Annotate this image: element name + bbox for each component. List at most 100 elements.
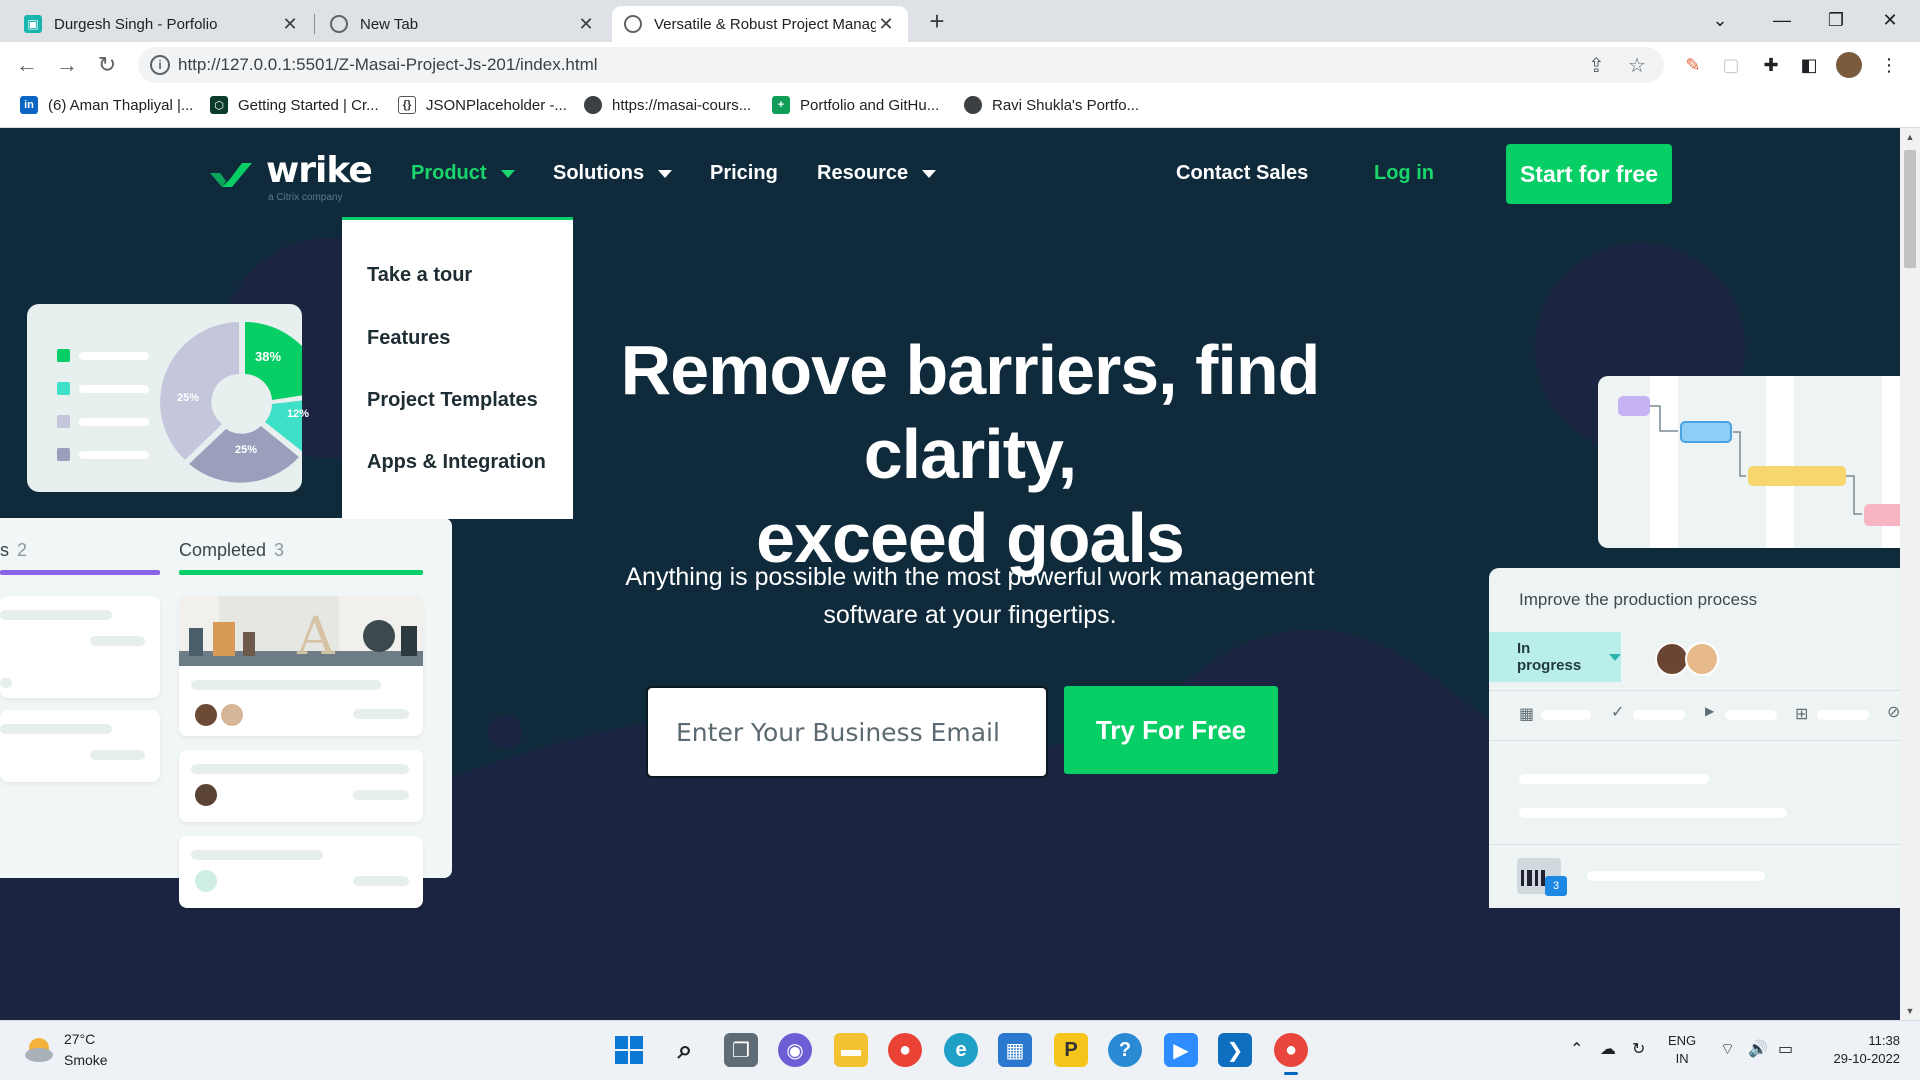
chevron-down-icon	[658, 169, 673, 178]
wrike-logo[interactable]: wrike a Citrix company	[208, 150, 373, 203]
bookmark-item[interactable]: https://masai-cours...	[584, 96, 751, 114]
tab-search-icon[interactable]: ⌄	[1692, 0, 1748, 40]
weather-temperature[interactable]: 27°C	[64, 1031, 95, 1047]
new-tab-button[interactable]: +	[922, 6, 952, 36]
close-icon[interactable]: ✕	[576, 14, 596, 35]
store-icon[interactable]: ▦	[998, 1033, 1032, 1067]
try-for-free-button[interactable]: Try For Free	[1064, 686, 1278, 774]
svg-text:A: A	[296, 607, 336, 666]
logo-subtitle: a Citrix company	[268, 192, 343, 203]
back-icon[interactable]: ←	[12, 50, 42, 80]
placeholder-line	[90, 750, 145, 760]
tab-portfolio[interactable]: ▣ Durgesh Singh - Porfolio ✕	[12, 6, 312, 42]
search-icon[interactable]: ⌕	[668, 1033, 702, 1067]
task-view-icon[interactable]: ❐	[724, 1033, 758, 1067]
bookmark-item[interactable]: {} JSONPlaceholder -...	[398, 96, 567, 114]
avatar	[1655, 642, 1689, 676]
bookmark-star-icon[interactable]: ☆	[1628, 53, 1646, 78]
vscode-icon[interactable]: ❯	[1218, 1033, 1252, 1067]
nav-product-label: Product	[411, 162, 487, 184]
nav-contact-sales[interactable]: Contact Sales	[1176, 162, 1308, 185]
dropdown-item-features[interactable]: Features	[367, 327, 450, 350]
close-icon[interactable]: ✕	[280, 14, 300, 35]
share-icon[interactable]: ⇪	[1588, 53, 1605, 78]
globe-favicon	[624, 15, 642, 33]
system-clock[interactable]: 11:38 29-10-2022	[1816, 1032, 1901, 1068]
kanban-column-title: s2	[0, 540, 28, 560]
chevron-down-icon	[922, 169, 937, 178]
placeholder-line	[1817, 710, 1869, 720]
scroll-up-icon[interactable]: ▲	[1900, 132, 1920, 142]
nav-resource[interactable]: Resource	[817, 162, 937, 185]
business-email-input[interactable]	[646, 686, 1048, 778]
dropdown-item-apps-integration[interactable]: Apps & Integration	[367, 451, 546, 474]
placeholder-line	[90, 636, 145, 646]
extension-icon[interactable]: ▢	[1718, 52, 1744, 78]
dropdown-item-project-templates[interactable]: Project Templates	[367, 389, 538, 412]
bookmark-item[interactable]: ⬡ Getting Started | Cr...	[210, 96, 379, 114]
volume-icon[interactable]: 🔊	[1748, 1039, 1768, 1059]
file-explorer-icon[interactable]: ▬	[834, 1033, 868, 1067]
json-icon: {}	[398, 96, 416, 114]
page-scrollbar[interactable]: ▲ ▼	[1900, 128, 1920, 1020]
chrome-active-icon[interactable]: ●	[1274, 1033, 1308, 1075]
help-icon[interactable]: ?	[1108, 1033, 1142, 1067]
hero-subtitle-line: Anything is possible with the most power…	[625, 563, 1315, 591]
puzzle-icon[interactable]: ✚	[1758, 52, 1784, 78]
bookmark-label: https://masai-cours...	[612, 96, 752, 114]
nav-pricing-label: Pricing	[710, 162, 778, 184]
minimize-icon[interactable]: —	[1754, 0, 1810, 40]
edge-icon[interactable]: e	[944, 1033, 978, 1067]
tab-active-project[interactable]: Versatile & Robust Project Manag ✕	[612, 6, 908, 42]
tab-title: Durgesh Singh - Porfolio	[54, 15, 218, 33]
scroll-down-icon[interactable]: ▼	[1900, 1006, 1920, 1016]
close-icon[interactable]: ✕	[876, 14, 896, 35]
placeholder-line	[191, 764, 409, 774]
kanban-card	[0, 596, 160, 698]
site-info-icon[interactable]: i	[150, 55, 170, 75]
placeholder-line	[1519, 774, 1709, 784]
chrome-icon[interactable]: ●	[888, 1033, 922, 1067]
bookmark-item[interactable]: in (6) Aman Thapliyal |...	[20, 96, 193, 114]
menu-icon[interactable]: ⋮	[1876, 52, 1902, 78]
notes-app-icon[interactable]: P	[1054, 1033, 1088, 1067]
kanban-card	[0, 710, 160, 782]
close-window-icon[interactable]: ✕	[1862, 0, 1918, 40]
windows-start-icon[interactable]	[612, 1033, 646, 1067]
bookmark-label: (6) Aman Thapliyal |...	[48, 96, 194, 114]
weather-description[interactable]: Smoke	[64, 1052, 108, 1068]
battery-icon[interactable]: ▭	[1778, 1039, 1793, 1059]
bookmark-label: Getting Started | Cr...	[238, 96, 379, 114]
gantt-chart-card	[1598, 376, 1900, 548]
onedrive-icon[interactable]: ☁	[1600, 1039, 1616, 1059]
profile-avatar[interactable]	[1836, 52, 1862, 78]
language-indicator[interactable]: ENG IN	[1668, 1032, 1696, 1068]
side-panel-icon[interactable]: ◧	[1796, 52, 1822, 78]
tab-new-tab[interactable]: New Tab ✕	[318, 6, 608, 42]
pen-extension-icon[interactable]: ✎	[1680, 52, 1706, 78]
wifi-icon[interactable]: ⌔	[1720, 1039, 1735, 1059]
restore-icon[interactable]: ❐	[1808, 0, 1864, 40]
chevron-down-icon	[500, 169, 515, 178]
forward-icon[interactable]: →	[52, 50, 82, 80]
teams-chat-icon[interactable]: ◉	[778, 1033, 812, 1067]
donut-label: 38%	[255, 349, 282, 364]
nav-solutions[interactable]: Solutions	[553, 162, 673, 185]
reload-icon[interactable]: ↻	[92, 50, 122, 80]
scrollbar-thumb[interactable]	[1904, 150, 1916, 268]
sync-icon[interactable]: ↻	[1632, 1039, 1645, 1059]
show-hidden-icons[interactable]: ⌃	[1570, 1039, 1583, 1059]
nav-pricing[interactable]: Pricing	[710, 162, 778, 185]
nav-product[interactable]: Product	[411, 162, 515, 185]
bookmark-label: JSONPlaceholder -...	[426, 96, 567, 114]
zoom-icon[interactable]: ▶	[1164, 1033, 1198, 1067]
bookmark-item[interactable]: Ravi Shukla's Portfo...	[964, 96, 1139, 114]
address-bar[interactable]: i http://127.0.0.1:5501/Z-Masai-Project-…	[138, 47, 1664, 83]
url-text[interactable]: http://127.0.0.1:5501/Z-Masai-Project-Js…	[178, 55, 598, 75]
weather-icon[interactable]	[22, 1033, 56, 1067]
start-for-free-button[interactable]: Start for free	[1506, 144, 1672, 204]
hero-subtitle-line: software at your fingertips.	[823, 601, 1117, 629]
dropdown-item-take-a-tour[interactable]: Take a tour	[367, 264, 472, 287]
nav-login[interactable]: Log in	[1374, 162, 1434, 185]
bookmark-item[interactable]: + Portfolio and GitHu...	[772, 96, 939, 114]
